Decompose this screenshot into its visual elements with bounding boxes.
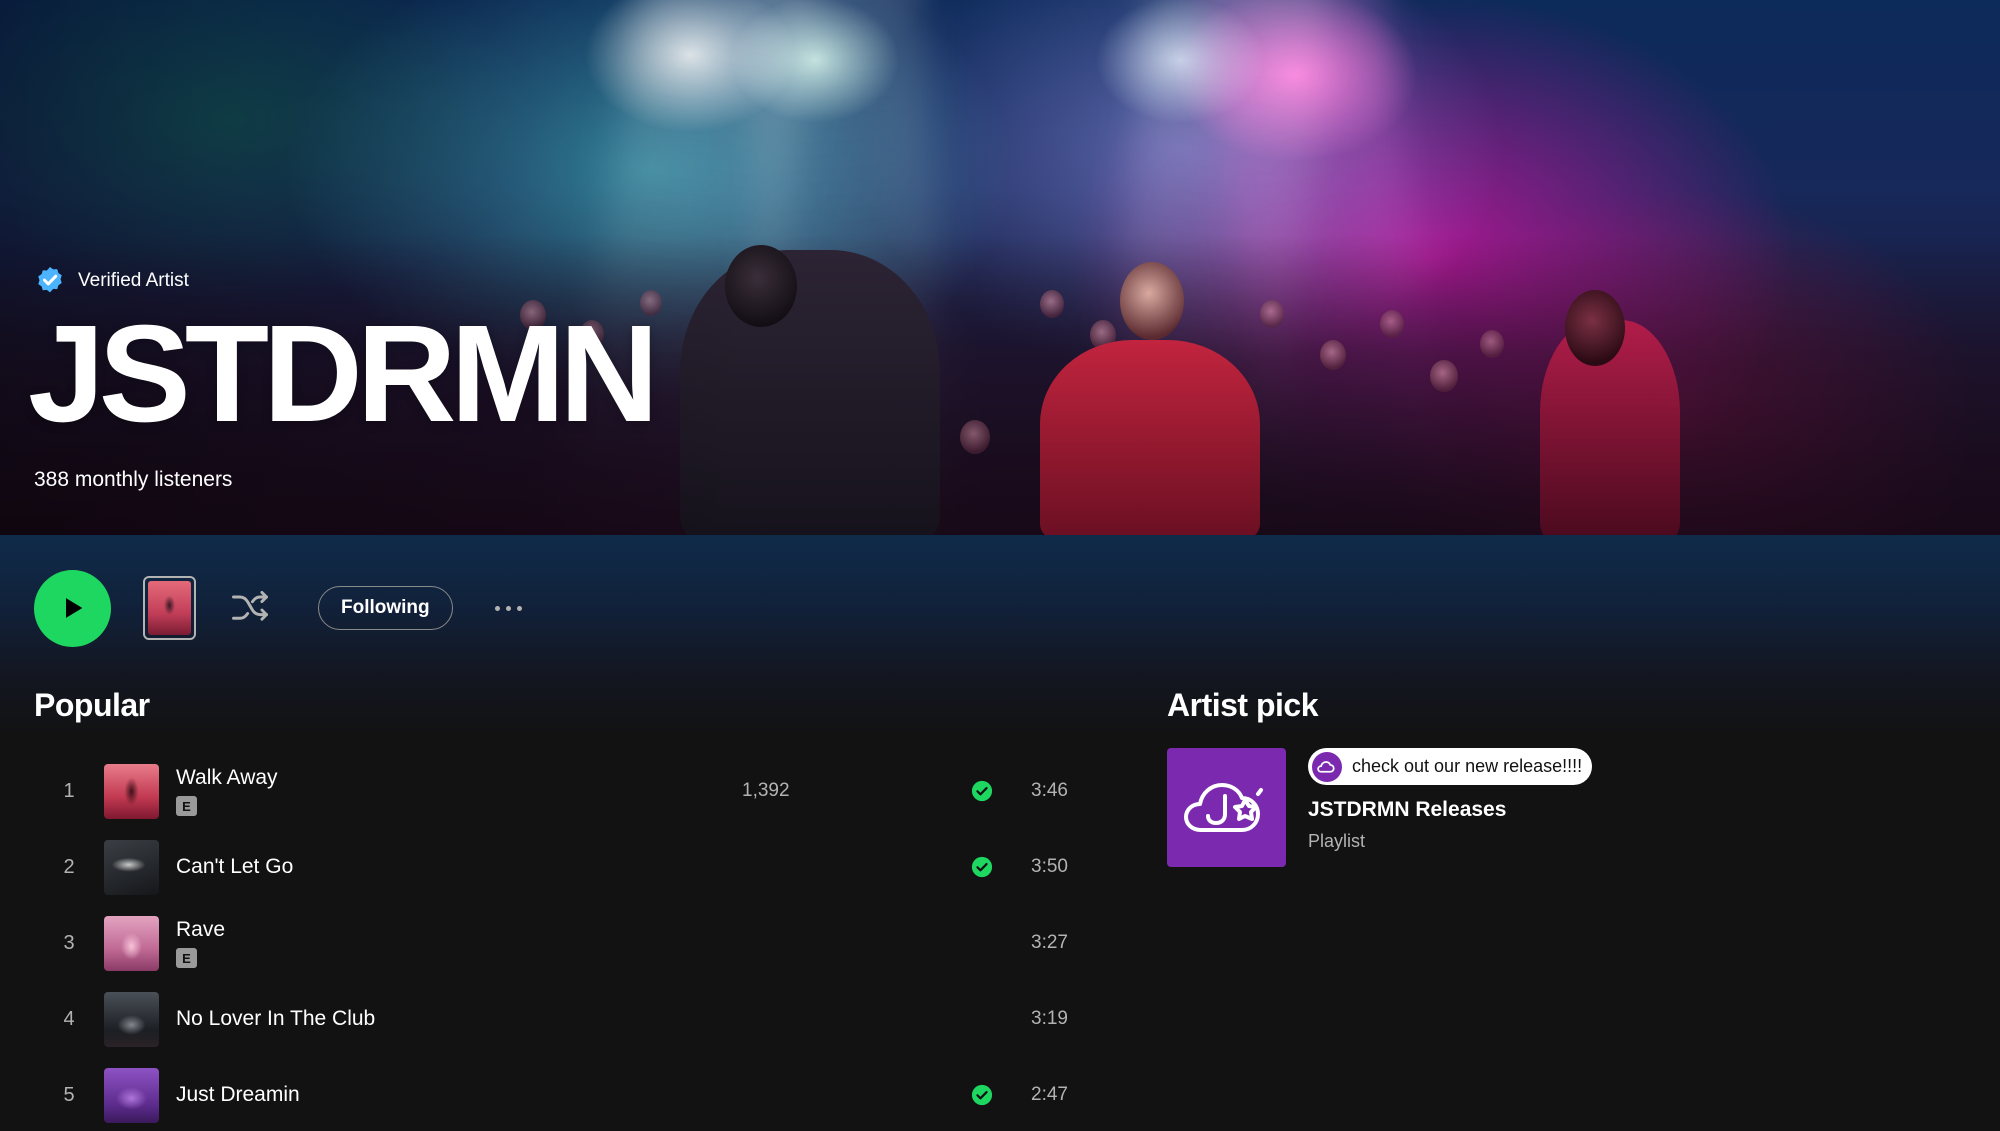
artist-page: Verified Artist JSTDRMN 388 monthly list… [0,0,2000,1131]
more-dot-icon [495,605,501,611]
track-artwork [104,915,159,971]
track-number: 1 [63,779,75,802]
playlist-name[interactable]: JSTDRMN Releases [1308,798,1592,822]
track-play-count: 1,392 [742,780,790,801]
artist-pick-heading: Artist pick [1167,687,1318,723]
saved-check-icon[interactable] [971,1084,993,1106]
track-number: 5 [63,1083,75,1106]
verified-badge: Verified Artist [34,265,189,297]
popular-heading: Popular [34,687,150,723]
track-row[interactable]: 1 Walk Away E 1,392 3:46 [34,753,1094,829]
track-duration: 3:27 [1031,932,1068,953]
track-artwork [104,991,159,1047]
cloud-logo-icon [1183,782,1263,832]
popular-track-list: 1 Walk Away E 1,392 3:46 2 Can't Let Go … [34,753,1094,1131]
track-duration: 2:47 [1031,1084,1068,1105]
saved-check-icon[interactable] [971,856,993,878]
verified-label: Verified Artist [78,270,189,291]
track-number: 4 [63,1007,75,1030]
track-duration: 3:50 [1031,856,1068,877]
verified-check-icon [38,267,62,293]
track-row[interactable]: 4 No Lover In The Club 3:19 [34,981,1094,1057]
more-options-button[interactable] [489,588,529,628]
track-number: 2 [63,855,75,878]
track-number: 3 [63,931,75,954]
artist-name: JSTDRMN [28,297,659,451]
monthly-listeners: 388 monthly listeners [34,468,233,491]
preview-artwork [148,581,191,635]
track-artwork [104,839,159,895]
track-artwork [104,1067,159,1123]
track-duration: 3:46 [1031,780,1068,801]
explicit-badge: E [176,948,197,968]
track-title[interactable]: Walk Away [176,766,278,790]
shuffle-button[interactable] [228,586,272,630]
preview-thumbnail[interactable] [143,576,196,640]
track-duration: 3:19 [1031,1008,1068,1029]
more-dot-icon [506,605,512,611]
artist-pick-comment: check out our new release!!!! [1308,748,1593,785]
play-button[interactable] [34,569,111,647]
artist-header-image: Verified Artist JSTDRMN 388 monthly list… [0,0,2000,535]
saved-check-icon[interactable] [971,780,993,802]
artist-pick-card[interactable]: check out our new release!!!! JSTDRMN Re… [1167,748,1593,867]
artist-avatar-icon [1312,751,1342,782]
playlist-type: Playlist [1308,831,1366,851]
track-title[interactable]: Can't Let Go [176,855,293,879]
track-artwork [104,763,159,819]
explicit-badge: E [176,796,197,816]
track-row[interactable]: 2 Can't Let Go 3:50 [34,829,1094,905]
playlist-cover [1167,748,1286,867]
artist-content: Following Popular Artist pick 1 Walk Awa… [0,535,2000,1131]
track-title[interactable]: No Lover In The Club [176,1007,375,1031]
following-button[interactable]: Following [318,586,453,630]
artist-pick-comment-text: check out our new release!!!! [1352,756,1583,776]
track-row[interactable]: 5 Just Dreamin 2:47 [34,1057,1094,1131]
play-icon [65,598,82,618]
track-title[interactable]: Just Dreamin [176,1083,300,1107]
shuffle-icon [232,590,268,621]
action-bar: Following [34,568,529,648]
track-title[interactable]: Rave [176,918,225,942]
track-row[interactable]: 3 Rave E 3:27 [34,905,1094,981]
more-dot-icon [517,605,523,611]
